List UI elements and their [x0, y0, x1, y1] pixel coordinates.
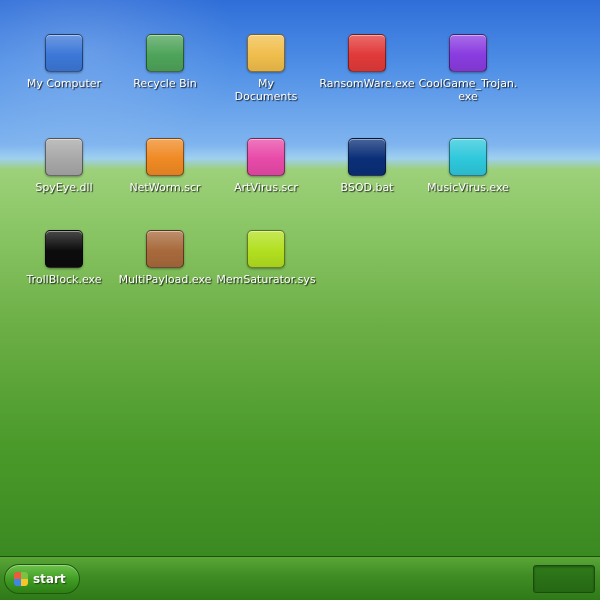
memory-icon	[247, 230, 285, 268]
worm-icon	[146, 138, 184, 176]
networm-scr-shortcut[interactable]: NetWorm.scr	[113, 138, 217, 194]
start-label: start	[33, 572, 66, 586]
icon-label: My Computer	[26, 77, 102, 90]
icon-label: MultiPayload.exe	[118, 273, 212, 286]
recycle-bin-icon-shortcut[interactable]: Recycle Bin	[113, 34, 217, 90]
icon-label: Recycle Bin	[133, 77, 197, 90]
recycle-bin-icon	[146, 34, 184, 72]
spyeye-dll-shortcut[interactable]: SpyEye.dll	[12, 138, 116, 194]
icon-label: MemSaturator.sys	[216, 273, 316, 286]
memsaturator-sys-shortcut[interactable]: MemSaturator.sys	[214, 230, 318, 286]
trojan-icon	[449, 34, 487, 72]
system-tray[interactable]	[533, 565, 595, 593]
logo-quadrant	[21, 572, 28, 579]
spyware-icon	[45, 138, 83, 176]
trollblock-exe-shortcut[interactable]: TrollBlock.exe	[12, 230, 116, 286]
desktop: My Computer Recycle Bin My Documents Ran…	[0, 0, 600, 556]
windows-logo-icon	[14, 572, 28, 586]
icon-label: SpyEye.dll	[35, 181, 93, 194]
icon-label: MusicVirus.exe	[427, 181, 509, 194]
icon-label: RansomWare.exe	[319, 77, 415, 90]
taskbar: start	[0, 556, 600, 600]
artvirus-scr-shortcut[interactable]: ArtVirus.scr	[214, 138, 318, 194]
logo-quadrant	[14, 579, 21, 586]
start-button[interactable]: start	[4, 564, 80, 594]
art-virus-icon	[247, 138, 285, 176]
bsod-icon	[348, 138, 386, 176]
icon-label: NetWorm.scr	[129, 181, 201, 194]
coolgame-trojan-exe-shortcut[interactable]: CoolGame_Trojan.exe	[416, 34, 520, 103]
multipayload-exe-shortcut[interactable]: MultiPayload.exe	[113, 230, 217, 286]
bsod-bat-shortcut[interactable]: BSOD.bat	[315, 138, 419, 194]
musicvirus-exe-shortcut[interactable]: MusicVirus.exe	[416, 138, 520, 194]
icon-label: BSOD.bat	[340, 181, 394, 194]
icon-label: My Documents	[234, 77, 298, 103]
my-computer-icon-shortcut[interactable]: My Computer	[12, 34, 116, 90]
icon-label: CoolGame_Trojan.exe	[418, 77, 518, 103]
folder-icon	[247, 34, 285, 72]
my-documents-icon-shortcut[interactable]: My Documents	[214, 34, 318, 103]
computer-icon	[45, 34, 83, 72]
payload-icon	[146, 230, 184, 268]
logo-quadrant	[14, 572, 21, 579]
ransomware-exe-shortcut[interactable]: RansomWare.exe	[315, 34, 419, 90]
icon-label: ArtVirus.scr	[234, 181, 298, 194]
logo-quadrant	[21, 579, 28, 586]
troll-icon	[45, 230, 83, 268]
music-virus-icon	[449, 138, 487, 176]
icon-label: TrollBlock.exe	[26, 273, 102, 286]
ransomware-icon	[348, 34, 386, 72]
